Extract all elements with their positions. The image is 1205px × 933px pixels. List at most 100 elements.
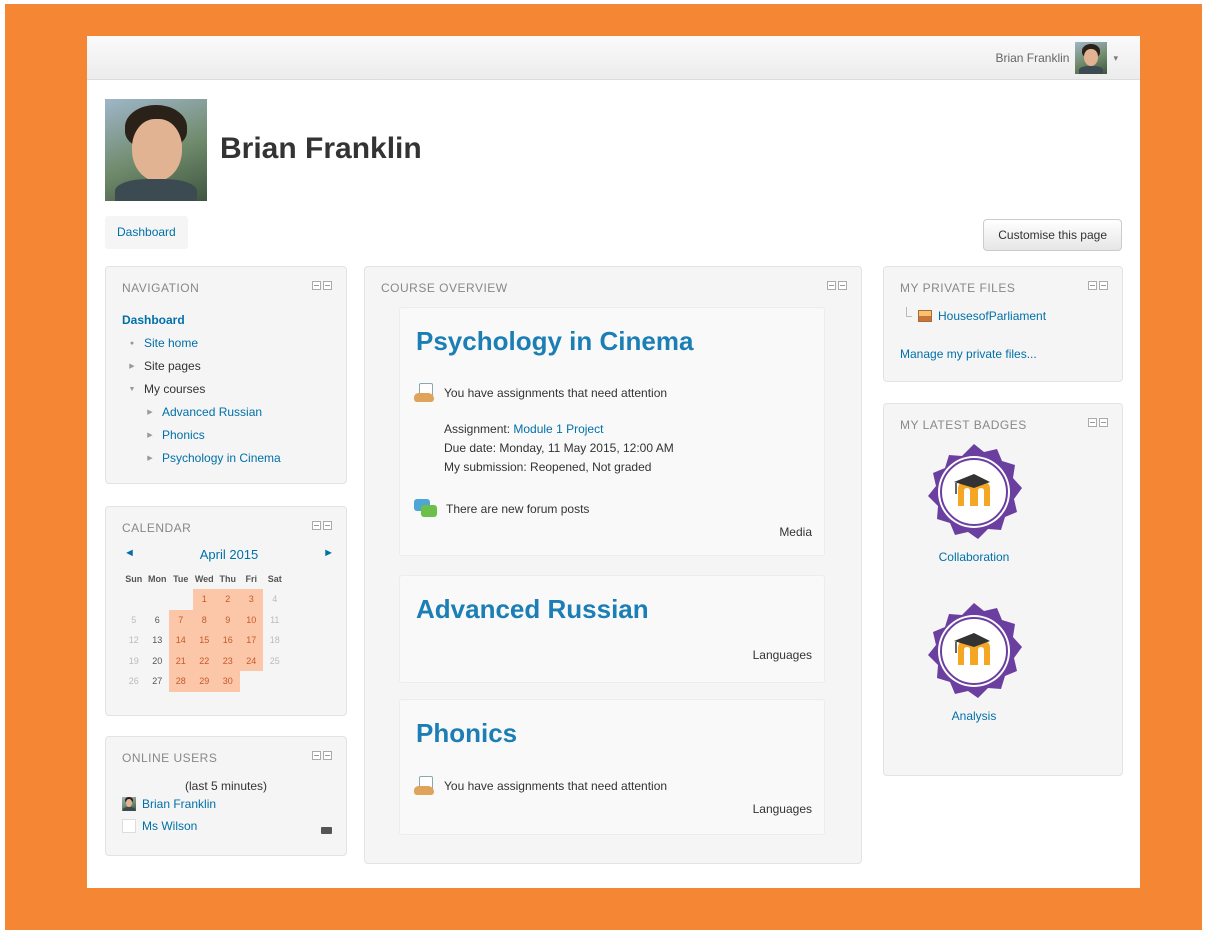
navigation-tree: Dashboard ● Site home ▶ Site pages ▼ My … (122, 309, 342, 470)
next-month-icon[interactable]: ► (323, 547, 334, 559)
calendar-day[interactable]: 28 (169, 671, 193, 692)
course-card: Psychology in Cinema You have assignment… (399, 307, 825, 556)
calendar-day[interactable]: 11 (263, 610, 287, 631)
collapse-icon[interactable] (323, 521, 332, 530)
nav-item-course-phonics[interactable]: ▶ Phonics (122, 424, 342, 447)
calendar-day[interactable]: 1 (192, 589, 216, 610)
user-menu[interactable]: Brian Franklin ▾ (995, 41, 1118, 75)
calendar-day[interactable]: 5 (122, 610, 146, 631)
calendar-day[interactable]: 18 (263, 630, 287, 651)
badge-image[interactable] (924, 442, 1024, 542)
badge-name[interactable]: Analysis (920, 709, 1028, 723)
collapse-arrow-icon: ▼ (128, 386, 136, 393)
nav-item-site-pages[interactable]: ▶ Site pages (122, 355, 342, 378)
calendar-day-number: 21 (175, 655, 186, 666)
calendar-day[interactable]: 15 (192, 630, 216, 651)
dock-icon[interactable] (312, 281, 321, 290)
collapse-icon[interactable] (1099, 281, 1108, 290)
user-avatar (122, 797, 136, 811)
collapse-icon[interactable] (323, 281, 332, 290)
badge-item[interactable]: Analysis (920, 601, 1028, 723)
online-user-row[interactable]: Ms Wilson (122, 819, 197, 833)
calendar-day[interactable]: 13 (146, 630, 170, 651)
dock-icon[interactable] (312, 751, 321, 760)
customise-page-button[interactable]: Customise this page (983, 219, 1122, 251)
calendar-day-number: 10 (246, 614, 257, 625)
badge-item[interactable]: Collaboration (920, 442, 1028, 564)
calendar-day[interactable]: 22 (192, 650, 216, 671)
nav-item-label: Psychology in Cinema (162, 451, 281, 465)
calendar-day[interactable]: 8 (192, 609, 216, 630)
file-item[interactable]: HousesofParliament (906, 307, 1046, 323)
due-date: Due date: Monday, 11 May 2015, 12:00 AM (444, 441, 674, 455)
calendar-day[interactable]: 20 (146, 651, 170, 672)
nav-item-dashboard[interactable]: Dashboard (122, 309, 342, 332)
calendar-week-row: 5 6 7 8 9 10 11 (122, 609, 287, 631)
calendar-day[interactable]: 4 (263, 589, 287, 610)
calendar-day-number: 16 (222, 635, 233, 646)
calendar-day[interactable]: 25 (263, 651, 287, 672)
collapse-icon[interactable] (1099, 418, 1108, 427)
calendar-day[interactable]: 6 (146, 610, 170, 631)
nav-item-my-courses[interactable]: ▼ My courses (122, 378, 342, 401)
online-users-block: ONLINE USERS (last 5 minutes) Brian Fran… (105, 736, 347, 856)
course-title-link[interactable]: Advanced Russian (416, 594, 649, 625)
nav-item-label: Advanced Russian (162, 405, 263, 419)
calendar-day[interactable]: 29 (192, 671, 216, 692)
collapse-icon[interactable] (838, 281, 847, 290)
expand-arrow-icon: ▶ (147, 432, 153, 439)
calendar-day[interactable]: 30 (216, 671, 240, 692)
calendar-day[interactable]: 23 (216, 650, 240, 671)
calendar-day[interactable]: 24 (239, 650, 263, 671)
user-avatar-placeholder (122, 819, 136, 833)
course-title-link[interactable]: Phonics (416, 718, 517, 749)
forum-notice: There are new forum posts (414, 499, 589, 519)
expand-arrow-icon: ▶ (147, 455, 153, 462)
image-file-icon (918, 310, 932, 322)
message-icon[interactable] (321, 827, 332, 834)
badge-image[interactable] (924, 601, 1024, 701)
calendar-empty-cell (122, 589, 146, 610)
calendar-day[interactable]: 16 (216, 630, 240, 651)
course-title-link[interactable]: Psychology in Cinema (416, 326, 693, 357)
calendar-day-number: 24 (246, 655, 257, 666)
calendar-day[interactable]: 10 (239, 609, 263, 630)
assignment-icon (414, 382, 436, 404)
calendar-weekday: Thu (219, 574, 237, 584)
calendar-day[interactable]: 14 (169, 630, 193, 651)
calendar-day-number: 1 (201, 594, 207, 605)
calendar-day-number: 28 (175, 676, 186, 687)
badge-name[interactable]: Collaboration (920, 550, 1028, 564)
calendar-day[interactable]: 17 (239, 630, 263, 651)
calendar-day[interactable]: 19 (122, 651, 146, 672)
calendar-day[interactable]: 21 (169, 650, 193, 671)
calendar-day[interactable]: 7 (169, 609, 193, 630)
block-controls (312, 521, 332, 530)
private-files-block: MY PRIVATE FILES HousesofParliament Mana… (883, 266, 1123, 382)
dock-icon[interactable] (827, 281, 836, 290)
calendar-month[interactable]: April 2015 (124, 547, 334, 562)
calendar-day[interactable]: 27 (146, 671, 170, 692)
calendar-block: CALENDAR ◄ April 2015 ► Sun Mon Tue Wed Thu F… (105, 506, 347, 716)
calendar-day-number: 27 (152, 676, 163, 687)
manage-private-files-link[interactable]: Manage my private files... (900, 347, 1037, 361)
page-title: Brian Franklin (220, 132, 422, 165)
calendar-day[interactable]: 12 (122, 630, 146, 651)
block-controls (312, 751, 332, 760)
nav-item-site-home[interactable]: ● Site home (122, 332, 342, 355)
online-user-row[interactable]: Brian Franklin (122, 797, 216, 811)
nav-item-course-advanced-russian[interactable]: ▶ Advanced Russian (122, 401, 342, 424)
calendar-day[interactable]: 9 (216, 609, 240, 630)
assignments-notice: You have assignments that need attention (414, 775, 667, 797)
breadcrumb-dashboard[interactable]: Dashboard (105, 216, 188, 249)
assignment-link[interactable]: Module 1 Project (513, 422, 603, 436)
calendar-day[interactable]: 3 (239, 589, 263, 610)
nav-item-course-psychology-in-cinema[interactable]: ▶ Psychology in Cinema (122, 447, 342, 470)
dock-icon[interactable] (1088, 418, 1097, 427)
calendar-day[interactable]: 26 (122, 671, 146, 692)
calendar-day[interactable]: 2 (216, 589, 240, 610)
collapse-icon[interactable] (323, 751, 332, 760)
course-category: Languages (752, 648, 812, 662)
dock-icon[interactable] (312, 521, 321, 530)
dock-icon[interactable] (1088, 281, 1097, 290)
